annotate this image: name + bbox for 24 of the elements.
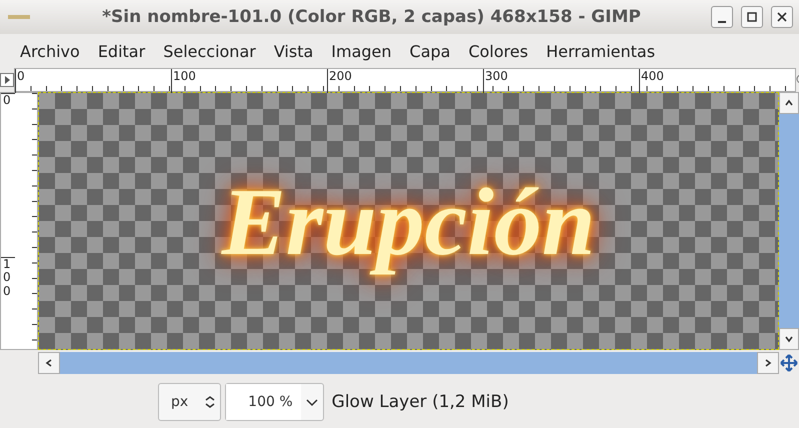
- maximize-button[interactable]: [741, 6, 763, 28]
- close-icon: [777, 12, 787, 22]
- vertical-scrollbar[interactable]: [779, 92, 799, 350]
- menu-item[interactable]: Seleccionar: [163, 42, 256, 60]
- minimize-icon: [718, 21, 726, 23]
- window-title: *Sin nombre-101.0 (Color RGB, 2 capas) 468x158 - GIMP: [101, 7, 642, 27]
- menu-item[interactable]: Imagen: [331, 42, 392, 60]
- ruler-label: 100: [1, 257, 15, 298]
- menu-item[interactable]: Colores: [468, 42, 528, 60]
- menu-item[interactable]: Editar: [98, 42, 146, 60]
- maximize-icon: [747, 12, 757, 22]
- menu-item[interactable]: Vista: [274, 42, 314, 60]
- menu-item[interactable]: Archivo: [20, 42, 80, 60]
- menu-item[interactable]: Capa: [410, 42, 450, 60]
- close-button[interactable]: [771, 6, 793, 28]
- unit-selector[interactable]: px: [158, 383, 222, 421]
- horizontal-scrollbar[interactable]: [38, 352, 779, 374]
- move-icon[interactable]: [779, 353, 799, 373]
- ruler-label: 0: [1, 93, 15, 108]
- zoom-selector[interactable]: 100 %: [225, 383, 324, 421]
- layer-info: Glow Layer (1,2 MiB): [332, 392, 509, 412]
- minimize-button[interactable]: [711, 6, 733, 28]
- menu-item[interactable]: Herramientas: [546, 42, 656, 60]
- glowing-text: Erupción: [222, 166, 596, 276]
